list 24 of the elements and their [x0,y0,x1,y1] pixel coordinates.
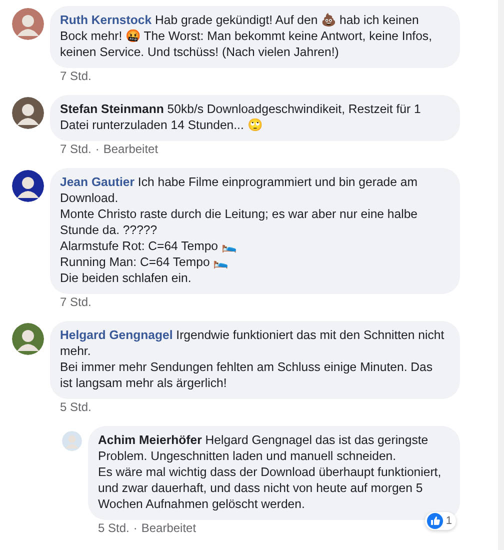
edited-label: Bearbeitet [141,521,196,537]
reaction-count[interactable]: 1 [424,512,456,530]
avatar-icon[interactable] [12,323,44,355]
timestamp-link[interactable]: 7 Std. [60,295,92,321]
comment-text: Jean Gautier Ich habe Filme einprogrammiert und bin gerade am Download. Monte Christo raste durch die Leitung; es war aber nur eine halbe Stunde da. ????? Alarmstufe Rot: C=64 Tempo 🛌 Running Man: C=64 Tempo 🛌 Die beiden schlafen ein. [60,175,418,285]
timestamp-link[interactable]: 7 Std. [60,69,92,95]
author-link[interactable]: Stefan Steinmann [60,102,164,116]
author-link[interactable]: Jean Gautier [60,175,134,189]
comment-text: Stefan Steinmann 50kb/s Downloadgeschwindikeit, Restzeit für 1 Datei runterzuladen 14 Stunden... 🙄 [60,102,421,132]
comment-text: Helgard Gengnagel Irgendwie funktioniert das mit den Schnitten nicht mehr. Bei immer mehr Sendungen fehlten am Schluss einige Minuten. Das ist langsam mehr als ärgerlich! [60,328,444,390]
timestamp-link[interactable]: 5 Std. [98,521,130,547]
avatar-icon[interactable] [12,170,44,202]
timestamp-link[interactable]: 7 Std. [60,142,92,168]
avatar-icon[interactable] [12,97,44,129]
separator-dot: · [95,142,100,158]
timestamp-link[interactable]: 5 Std. [60,400,92,426]
edited-label: Bearbeitet [103,142,158,158]
author-link[interactable]: Helgard Gengnagel [60,328,173,342]
author-link[interactable]: Achim Meierhöfer [98,433,202,447]
separator-dot: · [133,521,138,537]
author-link[interactable]: Ruth Kernstock [60,13,152,27]
like-icon [426,513,443,529]
comment-text: Ruth Kernstock Hab grade gekündigt! Auf den 💩 hab ich keinen Bock mehr! 🤬 The Worst: Man bekommt keine Antwort, keine Infos, keinen Service. Und tschüss! (Nach vielen Jahren!) [60,13,432,59]
comment-text: Achim Meierhöfer Helgard Gengnagel das ist das geringste Problem. Ungeschnitten laden und manuell schneiden. Es wäre mal wichtig dass der Download überhaupt funktioniert, und zwar dauerhaft, und dass nicht von heute auf morgen 5 Wochen Aufnahmen gelöscht werden. [98,433,442,511]
